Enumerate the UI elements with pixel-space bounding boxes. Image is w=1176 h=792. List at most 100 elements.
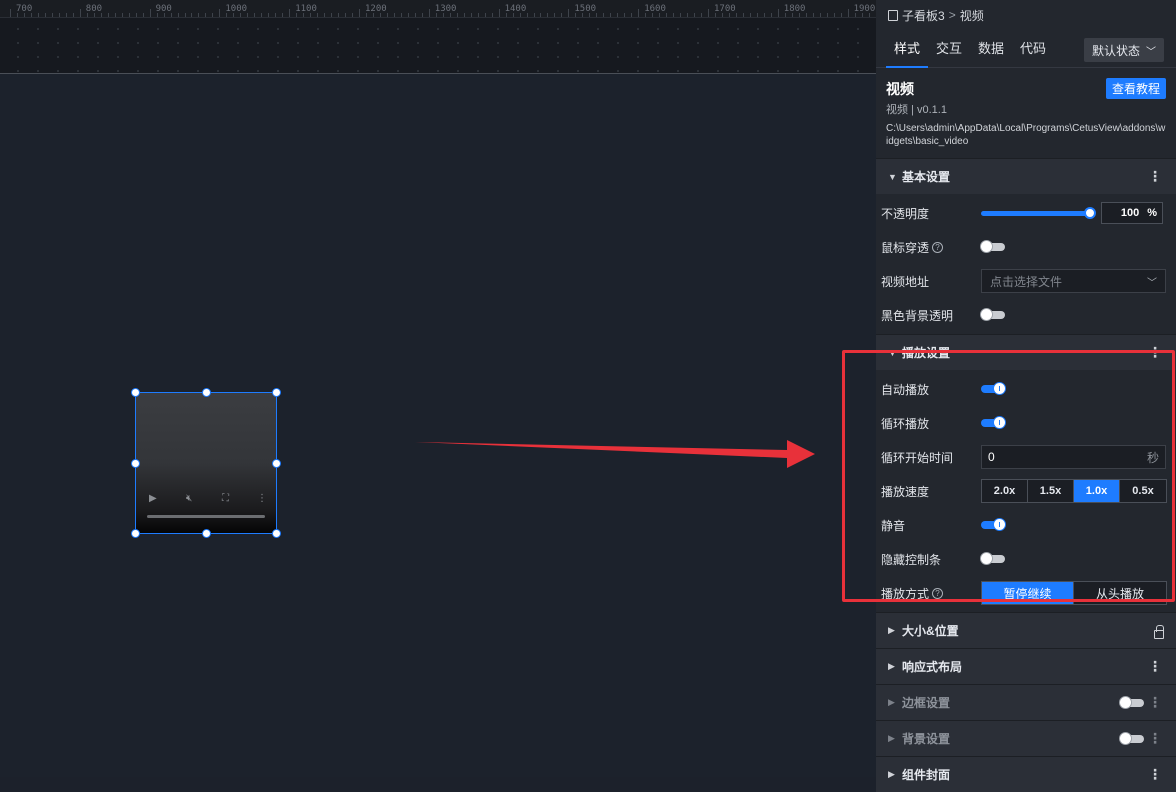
more-icon[interactable]: ⋮ [1148,658,1162,675]
play-mode-resume[interactable]: 暂停继续 [982,582,1074,604]
background-toggle[interactable] [1119,732,1144,745]
ruler-tick [359,9,360,17]
ruler-tick [268,13,270,17]
more-icon[interactable]: ⋮ [1148,694,1162,711]
more-icon[interactable]: ⋮ [1148,730,1162,747]
resize-handle-left[interactable] [131,459,140,468]
resize-handle-top-right[interactable] [272,388,281,397]
autoplay-label: 自动播放 [881,382,930,397]
more-vertical-icon[interactable]: ⋮ [257,493,267,504]
resize-handle-top-left[interactable] [131,388,140,397]
mouse-through-toggle[interactable] [980,240,1005,253]
mute-toggle[interactable] [981,518,1006,531]
ruler-tick [79,9,81,17]
more-icon[interactable]: ⋮ [1148,766,1162,783]
ruler-tick [547,13,549,17]
tab-data[interactable]: 数据 [970,30,1012,68]
autoplay-toggle[interactable] [981,382,1006,395]
breadcrumb-current: 视频 [959,8,984,23]
video-url-select[interactable]: 点击选择文件 ﹀ [981,269,1166,293]
more-icon[interactable]: ⋮ [1148,344,1162,361]
speed-option-1x[interactable]: 1.0x [1074,480,1120,502]
ruler-tick [728,13,730,17]
ruler-tick [568,9,570,17]
state-select[interactable]: 默认状态 ﹀ [1084,38,1164,62]
resize-handle-top[interactable] [202,388,211,397]
ruler-tick [331,13,333,17]
ruler-tick [324,13,326,17]
resize-handle-bottom[interactable] [202,529,211,538]
video-progress-bar[interactable] [147,515,265,518]
canvas-area[interactable]: 700 800 900 1000 1100 1200 1300 1400 1500 1600 170… [0,0,912,777]
section-playback-header[interactable]: ▼ 播放设置 ⋮ [876,334,1176,370]
speed-option-1-5x[interactable]: 1.5x [1028,480,1074,502]
ruler-tick [791,13,793,17]
ruler-tick [310,13,312,17]
ruler-tick [30,13,32,17]
opacity-slider-thumb[interactable] [1084,206,1096,219]
loop-toggle[interactable] [981,416,1006,429]
section-size-position-header[interactable]: ▶ 大小&位置 [876,612,1176,648]
hide-controls-toggle[interactable] [980,552,1005,565]
ruler-tick [365,13,367,17]
ruler-tick [72,13,74,17]
ruler-tick [798,13,800,17]
ruler-tick [498,9,500,17]
section-responsive-header[interactable]: ▶ 响应式布局 ⋮ [876,648,1176,684]
ruler-tick [191,13,193,17]
arrow-shape [415,440,815,468]
mute-icon[interactable]: 🔇︎ [186,493,192,504]
speed-option-2x[interactable]: 2.0x [982,480,1028,502]
ruler-tick [177,13,179,17]
opacity-value: 100 [1120,207,1140,219]
ruler-tick [212,13,214,17]
properties-panel: 子看板3 > 视频 样式 交互 数据 代码 默认状态 ﹀ 视频 查看教程 视频 … [876,0,1176,792]
video-url-label: 视频地址 [881,274,930,289]
ruler-tick [812,13,814,17]
tab-style[interactable]: 样式 [886,30,929,68]
section-basic-header[interactable]: ▼ 基本设置 ⋮ [876,158,1176,194]
ruler-tick [701,13,703,17]
section-background-header[interactable]: ▶ 背景设置 ⋮ [876,720,1176,756]
section-border-header[interactable]: ▶ 边框设置 ⋮ [876,684,1176,720]
play-mode-text: 播放方式 [881,586,930,601]
ruler-tick [603,13,605,17]
black-bg-toggle[interactable] [980,308,1005,321]
tab-interaction[interactable]: 交互 [928,30,970,68]
border-toggle[interactable] [1119,696,1144,709]
play-icon[interactable]: ▶ [149,493,157,504]
more-icon[interactable]: ⋮ [1148,168,1162,185]
loop-row: 循环播放 [876,406,1176,440]
caret-right-icon: ▶ [888,733,895,743]
video-widget[interactable]: ▶ 🔇︎ ⛶ ⋮ [131,388,281,538]
ruler-tick [561,13,563,17]
ruler-tick [23,13,25,17]
ruler-tick [414,13,416,17]
view-tutorial-button[interactable]: 查看教程 [1105,78,1166,99]
tab-code[interactable]: 代码 [1012,30,1054,68]
play-mode-restart[interactable]: 从头播放 [1074,582,1166,604]
opacity-unit: % [1147,207,1157,219]
ruler-tick [805,13,807,17]
ruler-tick-label: 1000 [225,4,248,14]
fullscreen-icon[interactable]: ⛶ [222,493,229,504]
help-icon[interactable]: ? [932,241,944,253]
section-cover-header[interactable]: ▶ 组件封面 ⋮ [876,756,1176,792]
help-icon[interactable]: ? [932,587,944,599]
board-icon [888,9,898,21]
ruler-tick [512,13,514,17]
opacity-slider[interactable] [981,206,1096,219]
opacity-input[interactable]: 100 % [1101,202,1163,224]
loop-start-input[interactable]: 0 秒 [981,445,1166,469]
resize-handle-right[interactable] [272,459,281,468]
lock-icon[interactable] [1154,625,1164,639]
breadcrumb-parent[interactable]: 子看板3 [902,7,945,24]
ruler-tick [338,13,340,17]
resize-handle-bottom-left[interactable] [131,529,140,538]
ruler-tick [352,13,354,17]
loop-start-row: 循环开始时间 0 秒 [876,440,1176,474]
ruler-tick [198,13,200,17]
resize-handle-bottom-right[interactable] [272,529,281,538]
ruler-tick [226,13,228,17]
speed-option-0-5x[interactable]: 0.5x [1120,480,1166,502]
